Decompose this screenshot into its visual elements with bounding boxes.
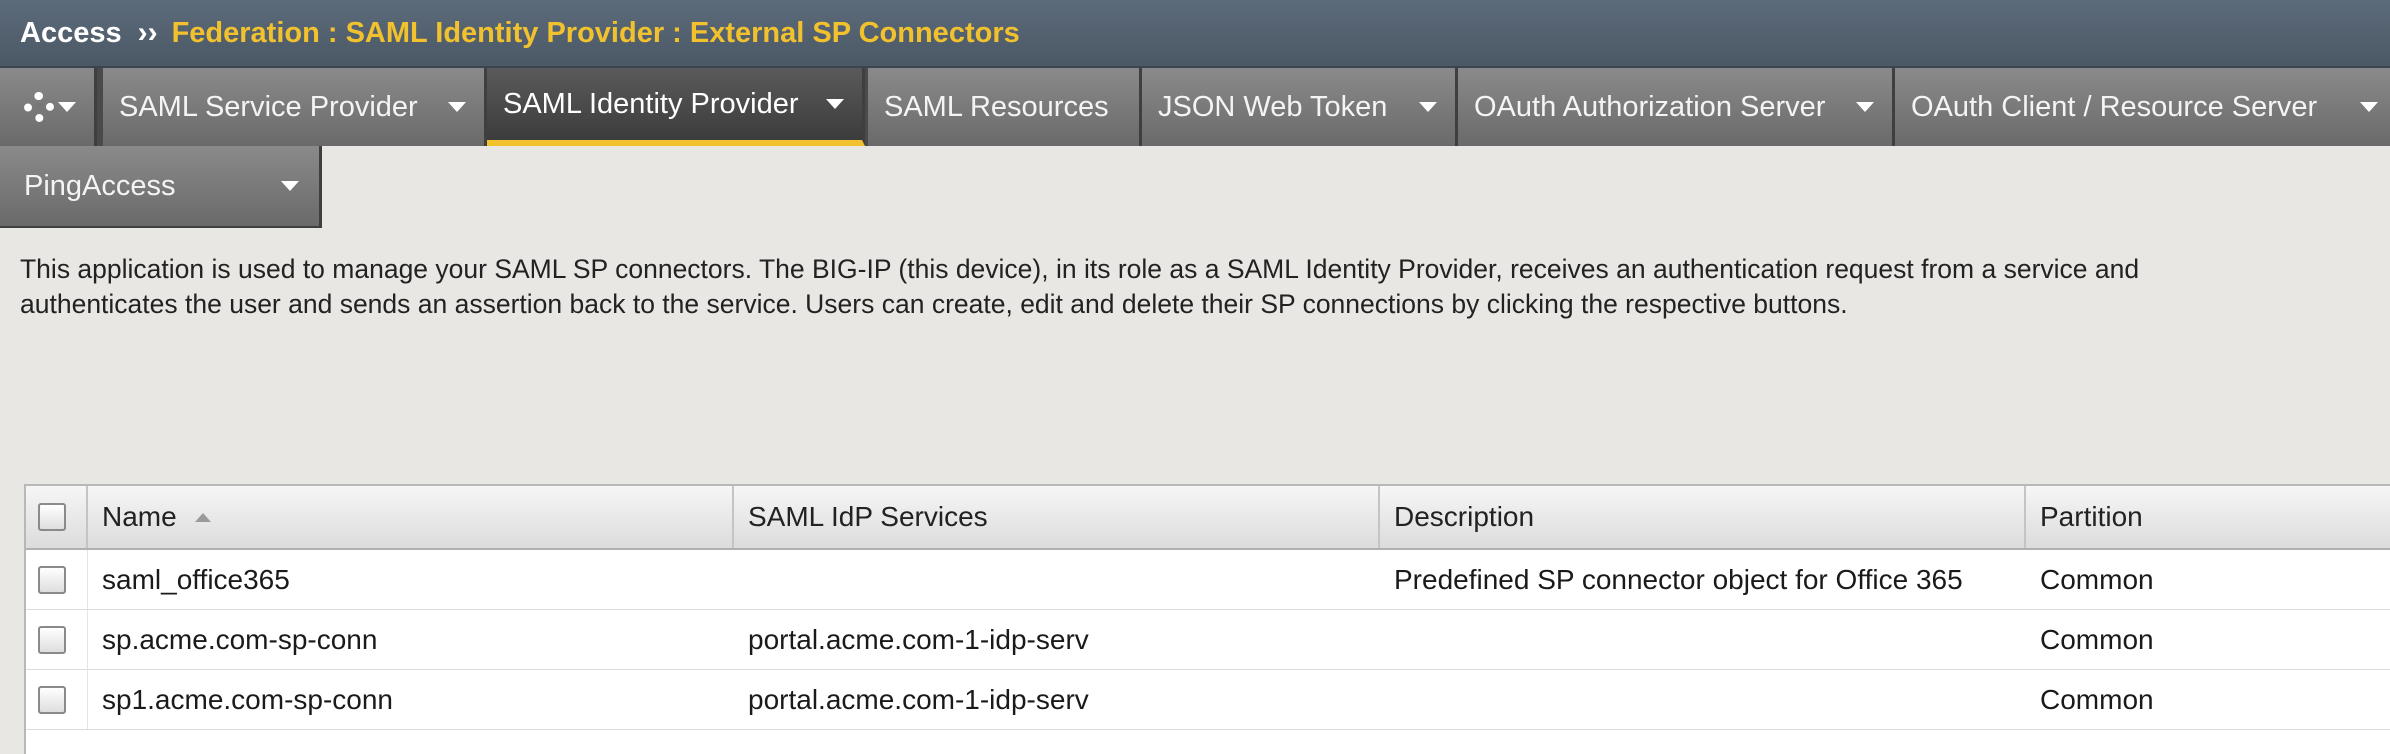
tab-pingaccess[interactable]: PingAccess — [0, 146, 322, 228]
row-select-cell — [26, 610, 88, 669]
row-select-cell — [26, 550, 88, 609]
tab-label: SAML Service Provider — [119, 90, 418, 123]
row-services: portal.acme.com-1-idp-serv — [748, 623, 1089, 655]
table-row[interactable]: sp.acme.com-sp-conn portal.acme.com-1-id… — [26, 610, 2390, 670]
column-header-saml-idp-services[interactable]: SAML IdP Services — [734, 486, 1380, 548]
title-bar: Access ›› Federation : SAML Identity Pro… — [0, 0, 2390, 68]
tab-label: SAML Identity Provider — [503, 87, 799, 120]
row-services — [734, 550, 1380, 609]
row-name[interactable]: saml_office365 — [88, 550, 734, 609]
breadcrumb-path: Federation : SAML Identity Provider : Ex… — [171, 16, 1020, 49]
sort-ascending-icon — [194, 512, 211, 522]
row-partition: Common — [2040, 623, 2154, 655]
row-checkbox[interactable] — [38, 625, 66, 654]
gear-icon — [24, 92, 54, 122]
chevron-down-icon — [1856, 102, 1874, 112]
page-description: This application is used to manage your … — [20, 252, 2390, 322]
sp-connectors-table: Name SAML IdP Services Description Parti… — [24, 484, 2390, 754]
tab-oauth-client-resource-server[interactable]: OAuth Client / Resource Server — [1895, 68, 2390, 146]
row-select-cell — [26, 670, 88, 729]
chevron-down-icon — [826, 99, 844, 109]
column-header-description[interactable]: Description — [1380, 486, 2026, 548]
chevron-down-icon — [2360, 102, 2378, 112]
chevron-down-icon — [281, 181, 299, 191]
column-header-label: Description — [1394, 501, 1535, 532]
tab-label: SAML Resources — [884, 90, 1109, 123]
column-header-partition[interactable]: Partition — [2026, 486, 2390, 548]
tab-label: OAuth Authorization Server — [1474, 90, 1826, 123]
row-partition: Common — [2040, 683, 2154, 715]
select-all-checkbox[interactable] — [38, 503, 66, 531]
chevron-down-icon — [448, 102, 466, 112]
row-checkbox[interactable] — [38, 565, 66, 594]
row-name[interactable]: sp1.acme.com-sp-conn — [88, 670, 734, 729]
row-services: portal.acme.com-1-idp-serv — [748, 683, 1089, 715]
tab-settings-menu[interactable] — [0, 68, 97, 146]
tab-saml-resources[interactable]: SAML Resources — [868, 68, 1142, 146]
column-header-label: SAML IdP Services — [748, 501, 988, 532]
row-name[interactable]: sp.acme.com-sp-conn — [88, 610, 734, 669]
select-all-cell — [26, 486, 88, 548]
tab-saml-service-provider[interactable]: SAML Service Provider — [103, 68, 487, 146]
table-row[interactable]: sp1.acme.com-sp-conn portal.acme.com-1-i… — [26, 670, 2390, 730]
tab-label: PingAccess — [24, 169, 176, 202]
table-row[interactable]: saml_office365 Predefined SP connector o… — [26, 550, 2390, 610]
tab-saml-identity-provider[interactable]: SAML Identity Provider — [487, 68, 865, 146]
chevron-down-icon — [1419, 102, 1437, 112]
row-description — [1380, 610, 2026, 669]
row-description — [1380, 670, 2026, 729]
tab-oauth-authorization-server[interactable]: OAuth Authorization Server — [1458, 68, 1895, 146]
breadcrumb-root[interactable]: Access — [20, 17, 122, 50]
column-header-label: Name — [102, 501, 177, 532]
chevron-down-icon — [58, 102, 76, 112]
column-header-label: Partition — [2040, 501, 2143, 532]
row-description: Predefined SP connector object for Offic… — [1394, 563, 1963, 595]
tab-label: JSON Web Token — [1158, 90, 1388, 123]
breadcrumb-separator: ›› — [137, 16, 158, 49]
description-line-1: This application is used to manage your … — [20, 254, 2140, 284]
table-header: Name SAML IdP Services Description Parti… — [26, 486, 2390, 550]
row-partition: Common — [2040, 563, 2154, 595]
tab-label: OAuth Client / Resource Server — [1911, 90, 2318, 123]
column-header-name[interactable]: Name — [88, 486, 734, 548]
tab-bar: SAML Service Provider SAML Identity Prov… — [0, 68, 2390, 146]
row-checkbox[interactable] — [38, 685, 66, 714]
description-line-2: authenticates the user and sends an asse… — [20, 289, 1848, 319]
tab-json-web-token[interactable]: JSON Web Token — [1142, 68, 1458, 146]
